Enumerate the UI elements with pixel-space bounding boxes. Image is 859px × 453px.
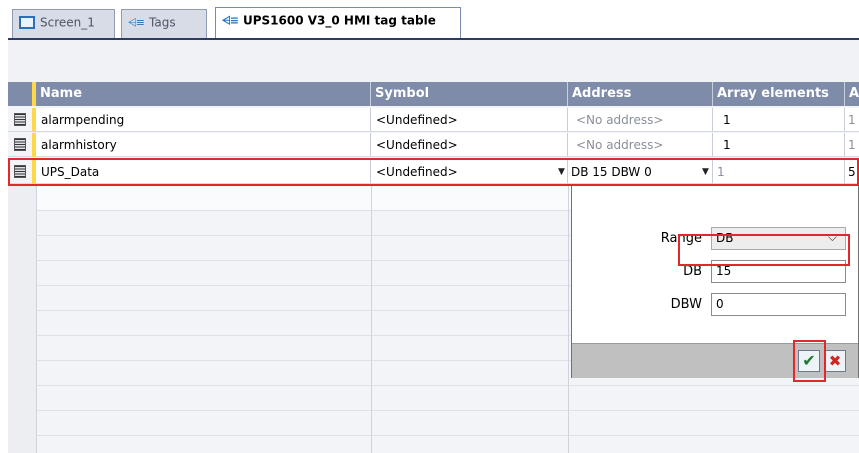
tab-label: Tags (149, 15, 176, 30)
tag-row-icon (14, 113, 26, 126)
address-dropdown-arrow-icon[interactable]: ▼ (702, 167, 709, 177)
symbol-dropdown-arrow-icon[interactable]: ▼ (558, 167, 565, 177)
cell-array-elements[interactable]: 1 (713, 133, 845, 157)
cancel-button[interactable]: ✖ (824, 350, 846, 372)
column-header-array-elements[interactable]: Array elements (713, 82, 845, 106)
tab-label: Screen_1 (40, 15, 95, 30)
tag-row-icon (14, 165, 26, 178)
cell-address[interactable]: <No address> (568, 133, 713, 157)
range-label: Range (660, 231, 702, 246)
dbw-offset-input[interactable]: 0 (711, 293, 846, 316)
column-divider (371, 186, 372, 453)
cell-array-elements[interactable]: 1 (713, 160, 845, 184)
address-popup: Range DB ⌵ DB 15 DBW 0 ✔ ✖ (571, 186, 859, 378)
editor-tab-bar: Screen_1 ⩤≡ Tags ⩤≡ UPS1600 V3_0 HMI tag t… (0, 0, 859, 40)
column-header-name[interactable]: Name (36, 82, 371, 106)
chevron-down-icon[interactable]: ⌵ (828, 230, 837, 245)
table-row-selected[interactable]: UPS_Data <Undefined> ▼ DB 15 DBW 0 ▼ 1 5 (8, 160, 859, 184)
tab-hmi-tag-table[interactable]: ⩤≡ UPS1600 V3_0 HMI tag table (215, 7, 461, 38)
column-divider (36, 186, 37, 453)
screen-icon (19, 16, 35, 29)
cell-symbol[interactable]: <Undefined> (371, 108, 568, 132)
tab-screen-1[interactable]: Screen_1 (12, 9, 115, 38)
table-toolbar-area (8, 40, 859, 82)
tag-row-icon (14, 138, 26, 151)
tab-label: UPS1600 V3_0 HMI tag table (243, 13, 436, 28)
cell-extra[interactable]: 1 (845, 133, 859, 157)
table-row[interactable]: alarmpending <Undefined> <No address> 1 … (8, 108, 859, 132)
cell-name[interactable]: UPS_Data (36, 160, 371, 184)
confirm-button[interactable]: ✔ (798, 350, 820, 372)
cell-name[interactable]: alarmpending (36, 108, 371, 132)
dbw-label: DBW (670, 297, 702, 312)
tab-tags[interactable]: ⩤≡ Tags (121, 9, 207, 38)
cell-name[interactable]: alarmhistory (36, 133, 371, 157)
cell-extra[interactable]: 5 (845, 160, 859, 184)
column-divider (568, 186, 569, 453)
tags-icon: ⩤≡ (128, 15, 145, 29)
range-select[interactable]: DB ⌵ (711, 227, 846, 250)
db-label: DB (683, 264, 702, 279)
db-number-input[interactable]: 15 (711, 260, 846, 283)
cell-address-editor[interactable]: DB 15 DBW 0 (568, 160, 713, 184)
column-header-address[interactable]: Address (568, 82, 713, 106)
row-selector[interactable] (8, 133, 32, 157)
cell-symbol[interactable]: <Undefined> (371, 160, 568, 184)
table-row[interactable]: alarmhistory <Undefined> <No address> 1 … (8, 133, 859, 157)
cell-extra[interactable]: 1 (845, 108, 859, 132)
tags-icon: ⩤≡ (222, 13, 239, 27)
column-header-a[interactable]: A (845, 82, 859, 106)
checkmark-icon: ✔ (802, 351, 816, 370)
popup-footer: ✔ ✖ (572, 343, 858, 378)
cell-array-elements[interactable]: 1 (713, 108, 845, 132)
column-header-symbol[interactable]: Symbol (371, 82, 568, 106)
close-icon: ✖ (828, 352, 842, 370)
empty-row[interactable] (8, 386, 859, 411)
cell-address[interactable]: <No address> (568, 108, 713, 132)
cell-symbol[interactable]: <Undefined> (371, 133, 568, 157)
range-value: DB (716, 231, 734, 245)
row-selector[interactable] (8, 108, 32, 132)
row-selector-column (8, 186, 36, 453)
empty-row[interactable] (8, 411, 859, 436)
row-selector[interactable] (8, 160, 32, 184)
